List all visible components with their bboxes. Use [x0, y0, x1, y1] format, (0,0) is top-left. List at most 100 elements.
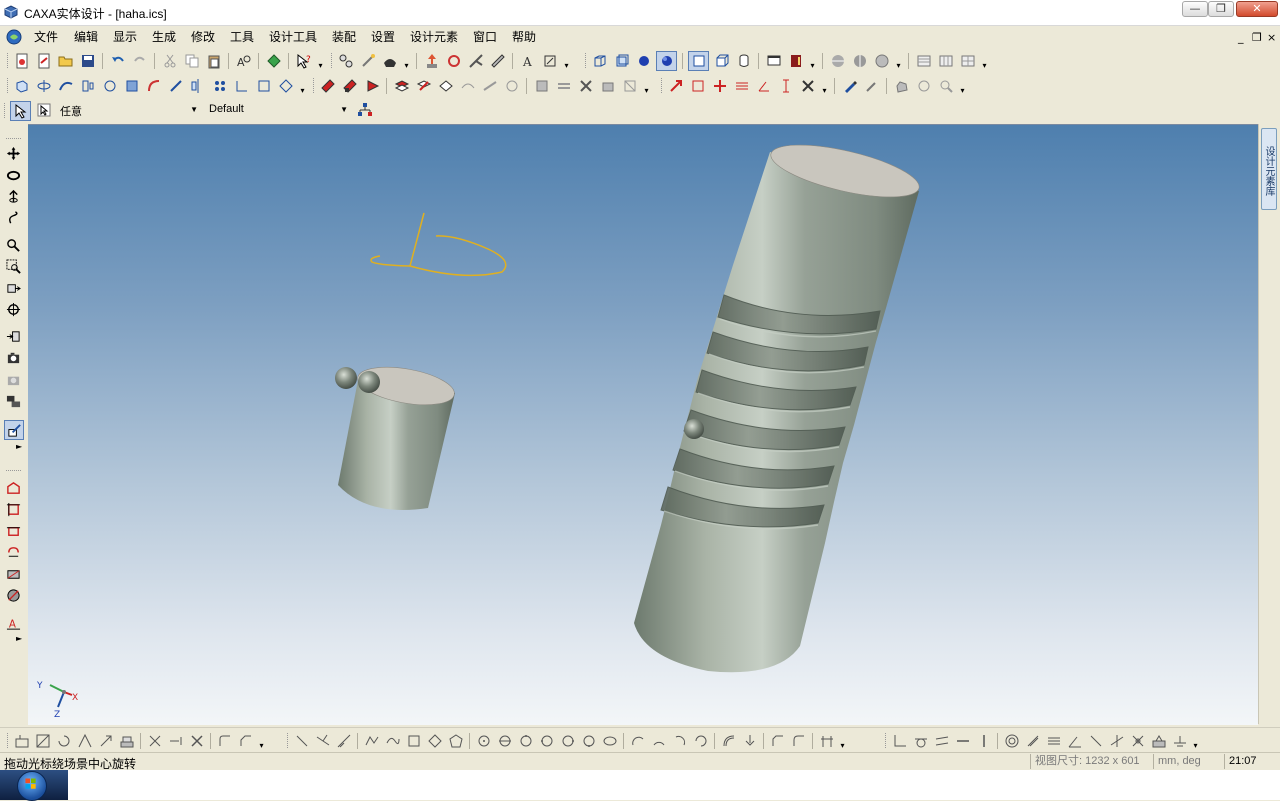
move-part-icon[interactable] [422, 52, 441, 70]
view-box-icon[interactable] [590, 52, 609, 70]
toolbar-overflow-icon[interactable]: ▾ [642, 77, 651, 95]
toolbar-overflow-icon[interactable]: ▾ [980, 52, 989, 70]
assembly-icon[interactable] [532, 77, 551, 95]
sweep-icon[interactable] [56, 77, 75, 95]
surface-stitch-icon[interactable] [436, 77, 455, 95]
orthographic-icon[interactable] [712, 52, 731, 70]
magnify-icon[interactable] [936, 77, 955, 95]
zoom-icon[interactable] [4, 236, 22, 254]
constraint-perp-icon[interactable] [890, 732, 909, 750]
toolbar-overflow-icon[interactable]: ▾ [257, 732, 266, 750]
perspective-icon[interactable] [688, 50, 709, 71]
toolbar-overflow-icon[interactable]: ▾ [298, 77, 307, 95]
text-tool-icon[interactable]: A [518, 52, 537, 70]
screen-icon[interactable] [764, 52, 783, 70]
undo-icon[interactable] [108, 52, 127, 70]
sketch-break-icon[interactable] [187, 732, 206, 750]
select-filter-icon[interactable] [34, 101, 53, 119]
disassemble-icon[interactable] [554, 77, 573, 95]
dim-layers-icon[interactable] [732, 77, 751, 95]
handle-ball[interactable] [684, 419, 704, 439]
camera-settings-icon[interactable] [4, 392, 22, 410]
sketch-stack-icon[interactable] [117, 732, 136, 750]
orbit-icon[interactable] [4, 166, 22, 184]
redo-icon[interactable] [130, 52, 149, 70]
toolbar-overflow-icon[interactable]: ▾ [894, 52, 903, 70]
open-folder-icon[interactable] [56, 52, 75, 70]
grid-1-icon[interactable] [914, 52, 933, 70]
sketch-rect-red-icon[interactable] [4, 500, 22, 518]
menu-file[interactable]: 文件 [34, 28, 58, 45]
draw-arc-3pt-icon[interactable] [649, 732, 668, 750]
maximize-button[interactable]: ❐ [1208, 1, 1234, 17]
draw-line-icon[interactable] [292, 732, 311, 750]
sketch-scale-icon[interactable] [96, 732, 115, 750]
view-point-icon[interactable] [4, 327, 22, 345]
constraint-slash-icon[interactable] [1086, 732, 1105, 750]
cut-icon[interactable] [160, 52, 179, 70]
design-tree-icon[interactable] [336, 52, 355, 70]
split-icon[interactable] [276, 77, 295, 95]
mdi-close-button[interactable]: × [1267, 31, 1276, 44]
pattern-icon[interactable] [210, 77, 229, 95]
view-shaded-icon[interactable] [634, 52, 653, 70]
constraint-tangent-icon[interactable] [911, 732, 930, 750]
dim-height-icon[interactable] [776, 77, 795, 95]
sketch-chamfer-2d-icon[interactable] [236, 732, 255, 750]
align-icon[interactable] [598, 77, 617, 95]
draw-angle-line-icon[interactable] [334, 732, 353, 750]
dynamic-rotate-icon[interactable] [4, 187, 22, 205]
sketch-offset-2d-icon[interactable] [719, 732, 738, 750]
sketch-circle-icon[interactable] [100, 77, 119, 95]
surface-revolve-icon[interactable] [340, 77, 359, 95]
left-toolbar-expand-icon[interactable]: ► [16, 634, 22, 643]
revolve-icon[interactable] [34, 77, 53, 95]
loft-icon[interactable] [78, 77, 97, 95]
cylinder-view-icon[interactable] [734, 52, 753, 70]
draw-polygon-icon[interactable] [446, 732, 465, 750]
draw-rect-icon[interactable] [404, 732, 423, 750]
dim-delete-icon[interactable] [798, 77, 817, 95]
draw-circle-center-icon[interactable] [474, 732, 493, 750]
save-icon[interactable] [78, 52, 97, 70]
sketch-polyline-icon[interactable] [4, 479, 22, 497]
constraint-sym-icon[interactable] [1128, 732, 1147, 750]
mdi-minimize-button[interactable]: _ [1238, 31, 1244, 44]
mirror-icon[interactable] [188, 77, 207, 95]
render-sphere-icon[interactable] [828, 52, 847, 70]
minimize-button[interactable]: — [1182, 1, 1208, 17]
hand-icon[interactable] [892, 77, 911, 95]
surface-trim-icon[interactable] [414, 77, 433, 95]
style-dropdown[interactable]: Default ▼ [205, 101, 350, 118]
constraint-angle-icon[interactable] [1065, 732, 1084, 750]
surface-cut-icon[interactable] [392, 77, 411, 95]
3d-design-viewport[interactable]: Y X Z [28, 124, 1258, 725]
sketch-frame-icon[interactable] [33, 732, 52, 750]
look-at-icon[interactable] [4, 279, 22, 297]
menu-window[interactable]: 窗口 [473, 28, 497, 45]
draw-polyline-icon[interactable] [362, 732, 381, 750]
constraint-coincident-icon[interactable] [1044, 732, 1063, 750]
menu-assembly[interactable]: 装配 [332, 28, 356, 45]
constraint-ground-icon[interactable] [1170, 732, 1189, 750]
measure-icon[interactable] [488, 52, 507, 70]
surface-thicken-icon[interactable] [502, 77, 521, 95]
draw-circle-tan3-icon[interactable] [579, 732, 598, 750]
draw-tangent-icon[interactable] [313, 732, 332, 750]
start-button[interactable] [0, 770, 68, 801]
dim-arrow-icon[interactable] [666, 77, 685, 95]
constraint-vertical-icon[interactable] [974, 732, 993, 750]
toolbar-overflow-icon[interactable]: ▾ [1191, 732, 1200, 750]
constraint-horizontal-icon[interactable] [953, 732, 972, 750]
draw-circle-tan-icon[interactable] [537, 732, 556, 750]
surface-extend-icon[interactable] [480, 77, 499, 95]
menu-modify[interactable]: 修改 [191, 28, 215, 45]
view-realistic-icon[interactable] [656, 50, 677, 71]
sketch-offset-icon[interactable] [4, 522, 22, 540]
camera-disabled-icon[interactable] [4, 370, 22, 388]
constraint-equal-icon[interactable] [1023, 732, 1042, 750]
constraint-icon[interactable] [576, 77, 595, 95]
annotation-icon[interactable] [540, 52, 559, 70]
sketch-dimension-icon[interactable] [817, 732, 836, 750]
hand-gear-icon[interactable] [914, 77, 933, 95]
